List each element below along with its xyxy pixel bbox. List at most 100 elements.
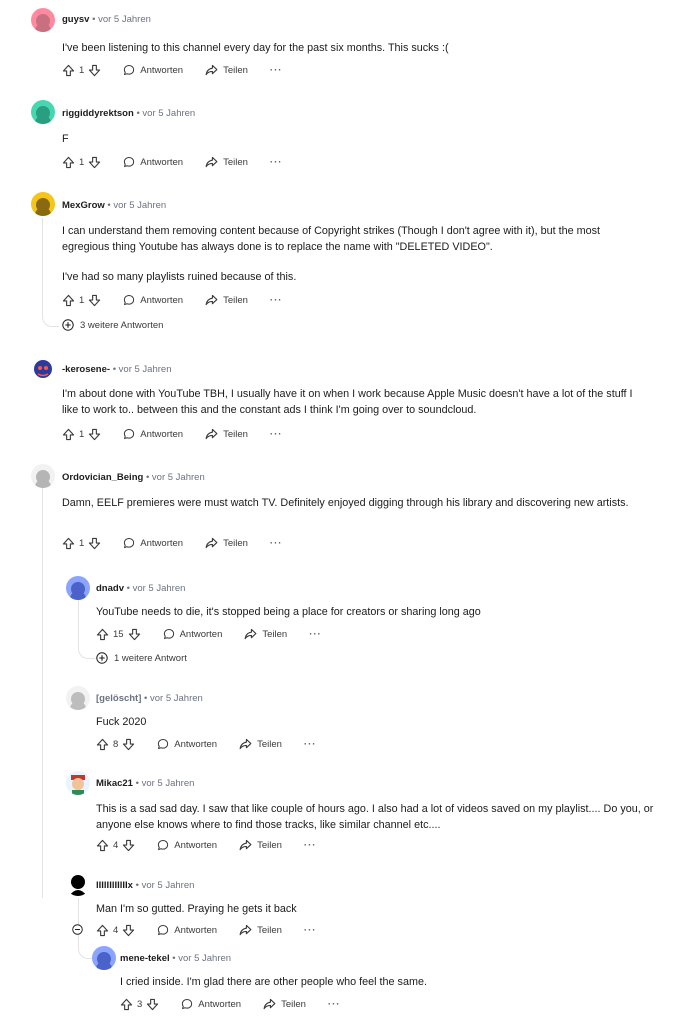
reply-button[interactable]: Antworten <box>163 628 222 640</box>
more-options-icon[interactable]: ··· <box>270 429 283 440</box>
author-name[interactable]: guysv <box>62 14 89 25</box>
more-options-icon[interactable]: ··· <box>304 739 317 750</box>
upvote-icon[interactable] <box>96 628 109 641</box>
comment-body: YouTube needs to die, it's stopped being… <box>96 604 656 620</box>
downvote-icon[interactable] <box>122 924 135 937</box>
timestamp[interactable]: vor 5 Jahren <box>142 778 195 789</box>
reply-button[interactable]: Antworten <box>157 738 217 750</box>
reply-label: Antworten <box>140 294 184 306</box>
upvote-icon[interactable] <box>62 64 75 77</box>
share-button[interactable]: Teilen <box>205 156 248 168</box>
avatar[interactable] <box>66 576 90 600</box>
share-label: Teilen <box>281 998 306 1010</box>
share-label: Teilen <box>262 628 288 640</box>
reply-button[interactable]: Antworten <box>181 998 241 1010</box>
more-replies-label: 3 weitere Antworten <box>80 319 164 331</box>
thread-line <box>42 488 43 758</box>
upvote-icon[interactable] <box>96 924 109 937</box>
reply-button[interactable]: Antworten <box>123 537 183 549</box>
downvote-icon[interactable] <box>88 537 101 550</box>
downvote-icon[interactable] <box>128 628 141 641</box>
author-name[interactable]: MexGrow <box>62 200 105 211</box>
action-bar: 4 Antworten Teilen ··· <box>96 837 316 853</box>
upvote-icon[interactable] <box>62 156 75 169</box>
reply-button[interactable]: Antworten <box>123 294 183 306</box>
avatar[interactable] <box>92 946 116 970</box>
downvote-icon[interactable] <box>88 294 101 307</box>
more-options-icon[interactable]: ··· <box>328 999 341 1010</box>
more-options-icon[interactable]: ··· <box>270 295 283 306</box>
share-button[interactable]: Teilen <box>244 628 287 640</box>
vote-count: 15 <box>113 628 124 640</box>
timestamp[interactable]: vor 5 Jahren <box>113 200 166 211</box>
upvote-icon[interactable] <box>96 738 109 751</box>
timestamp[interactable]: vor 5 Jahren <box>133 583 186 594</box>
reply-button[interactable]: Antworten <box>123 428 183 440</box>
reply-button[interactable]: Antworten <box>123 156 183 168</box>
plus-circle-icon <box>96 652 108 664</box>
share-button[interactable]: Teilen <box>205 428 248 440</box>
timestamp[interactable]: vor 5 Jahren <box>142 880 195 891</box>
reply-label: Antworten <box>140 428 184 440</box>
more-options-icon[interactable]: ··· <box>270 157 283 168</box>
share-button[interactable]: Teilen <box>239 839 282 851</box>
reply-button[interactable]: Antworten <box>157 924 217 936</box>
timestamp[interactable]: vor 5 Jahren <box>150 693 203 704</box>
downvote-icon[interactable] <box>88 156 101 169</box>
timestamp[interactable]: vor 5 Jahren <box>152 472 205 483</box>
collapse-thread-icon[interactable] <box>72 924 83 935</box>
plus-circle-icon <box>62 319 74 331</box>
author-name[interactable]: -kerosene- <box>62 364 110 375</box>
separator: • <box>112 364 117 375</box>
downvote-icon[interactable] <box>88 428 101 441</box>
avatar[interactable] <box>66 872 90 896</box>
upvote-icon[interactable] <box>96 839 109 852</box>
avatar[interactable] <box>31 8 55 32</box>
upvote-icon[interactable] <box>62 537 75 550</box>
comment-meta: [gelöscht] • vor 5 Jahren <box>96 693 203 704</box>
reply-button[interactable]: Antworten <box>123 64 183 76</box>
share-button[interactable]: Teilen <box>205 537 248 549</box>
timestamp[interactable]: vor 5 Jahren <box>178 953 231 964</box>
more-options-icon[interactable]: ··· <box>309 629 322 640</box>
share-button[interactable]: Teilen <box>239 924 282 936</box>
downvote-icon[interactable] <box>122 738 135 751</box>
avatar[interactable] <box>66 686 90 710</box>
share-label: Teilen <box>257 738 282 750</box>
avatar[interactable] <box>66 771 90 795</box>
more-replies-button[interactable]: 3 weitere Antworten <box>62 319 163 331</box>
avatar[interactable] <box>31 356 55 380</box>
comment-body: I can understand them removing content b… <box>62 223 642 285</box>
share-button[interactable]: Teilen <box>263 998 306 1010</box>
downvote-icon[interactable] <box>122 839 135 852</box>
timestamp[interactable]: vor 5 Jahren <box>142 108 195 119</box>
avatar[interactable] <box>31 464 55 488</box>
author-name[interactable]: Ordovician_Being <box>62 472 143 483</box>
more-options-icon[interactable]: ··· <box>304 840 317 851</box>
share-button[interactable]: Teilen <box>205 64 248 76</box>
timestamp[interactable]: vor 5 Jahren <box>98 14 151 25</box>
downvote-icon[interactable] <box>88 64 101 77</box>
thread-line <box>42 218 59 327</box>
share-button[interactable]: Teilen <box>239 738 282 750</box>
author-name[interactable]: lIIlIIlIIlIIx <box>96 880 133 891</box>
timestamp[interactable]: vor 5 Jahren <box>119 364 172 375</box>
avatar[interactable] <box>31 192 55 216</box>
more-options-icon[interactable]: ··· <box>270 65 283 76</box>
more-replies-button[interactable]: 1 weitere Antwort <box>96 652 187 664</box>
author-name[interactable]: riggiddyrektson <box>62 108 134 119</box>
downvote-icon[interactable] <box>146 998 159 1011</box>
separator: • <box>92 14 96 25</box>
action-bar: 4 Antworten Teilen ··· <box>96 922 316 938</box>
reply-button[interactable]: Antworten <box>157 839 217 851</box>
upvote-icon[interactable] <box>120 998 133 1011</box>
share-button[interactable]: Teilen <box>205 294 248 306</box>
upvote-icon[interactable] <box>62 428 75 441</box>
author-name[interactable]: Mikac21 <box>96 778 133 789</box>
more-options-icon[interactable]: ··· <box>270 538 283 549</box>
more-options-icon[interactable]: ··· <box>304 925 317 936</box>
author-name[interactable]: dnadv <box>96 583 124 594</box>
upvote-icon[interactable] <box>62 294 75 307</box>
avatar[interactable] <box>31 100 55 124</box>
author-name[interactable]: mene-tekel <box>120 953 170 964</box>
